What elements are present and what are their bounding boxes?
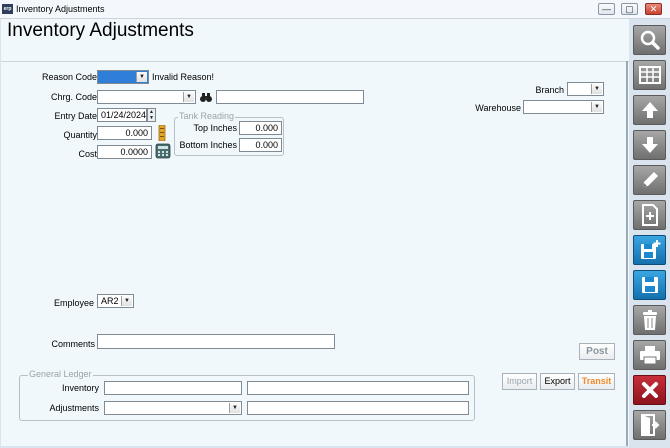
chevron-down-icon[interactable]: ▼ [591, 102, 602, 112]
inventory-account-field[interactable] [104, 381, 242, 395]
top-inches-label: Top Inches [193, 123, 237, 133]
comments-label: Comments [51, 339, 95, 349]
search-button[interactable] [633, 25, 666, 55]
page-title: Inventory Adjustments [7, 20, 194, 41]
window-titlebar: erp Inventory Adjustments — ▢ ✕ [0, 0, 670, 19]
chrg-code-description[interactable] [216, 90, 364, 104]
chevron-down-icon[interactable]: ▼ [229, 403, 240, 413]
new-button[interactable] [633, 200, 666, 230]
next-record-button[interactable] [633, 130, 666, 160]
general-ledger-group: General Ledger Inventory Adjustments ▼ [19, 369, 475, 421]
employee-value: AR2 [101, 296, 119, 306]
calculator-icon[interactable] [155, 143, 171, 159]
entry-date-label: Entry Date [54, 111, 97, 121]
quantity-label: Quantity [63, 130, 97, 140]
quantity-field[interactable]: 0.000 [97, 126, 152, 140]
delete-button[interactable] [633, 305, 666, 335]
save-new-button[interactable] [633, 235, 666, 265]
minimize-button[interactable]: — [598, 3, 615, 15]
app-logo-icon: erp [2, 4, 13, 14]
cost-field[interactable]: 0.0000 [97, 145, 152, 159]
warehouse-label: Warehouse [475, 103, 521, 113]
trash-icon [641, 309, 659, 331]
comments-field[interactable] [97, 334, 335, 349]
grid-icon [638, 66, 661, 84]
divider [1, 61, 629, 62]
top-inches-field[interactable]: 0.000 [239, 121, 282, 135]
chrg-code-label: Chrg. Code [50, 92, 97, 102]
spin-down-icon[interactable]: ▼ [148, 115, 155, 121]
cost-label: Cost [78, 149, 97, 159]
chevron-down-icon[interactable]: ▼ [136, 72, 147, 82]
side-toolbar [629, 19, 670, 448]
entry-date-field[interactable]: 01/24/2024 [97, 108, 147, 122]
grid-view-button[interactable] [633, 60, 666, 90]
edit-button[interactable] [633, 165, 666, 195]
form-panel: Inventory Adjustments Reason Code ▼ Inva… [1, 19, 629, 446]
reason-code-select[interactable]: ▼ [97, 70, 149, 84]
exit-icon [640, 414, 660, 436]
chevron-down-icon[interactable]: ▼ [121, 296, 132, 306]
new-document-icon [640, 204, 660, 226]
binoculars-icon[interactable] [199, 90, 213, 104]
tank-gauge-icon[interactable] [157, 124, 167, 142]
tank-reading-title: Tank Reading [178, 111, 236, 121]
tank-reading-group: Tank Reading Top Inches 0.000 Bottom Inc… [174, 111, 284, 156]
date-spinner[interactable]: ▲ ▼ [147, 108, 156, 122]
close-window-button[interactable]: ✕ [645, 3, 662, 15]
adjustments-description-field[interactable] [247, 401, 469, 415]
post-button[interactable]: Post [579, 343, 615, 360]
general-ledger-title: General Ledger [28, 369, 93, 379]
exit-button[interactable] [633, 410, 666, 440]
save-new-icon [639, 239, 661, 261]
arrow-up-icon [640, 100, 660, 120]
divider [626, 61, 628, 446]
employee-select[interactable]: AR2 ▼ [97, 294, 134, 308]
cancel-icon [641, 381, 659, 399]
inventory-label: Inventory [61, 383, 99, 393]
adjustments-account-select[interactable]: ▼ [104, 401, 242, 415]
chrg-code-select[interactable]: ▼ [97, 90, 196, 104]
print-button[interactable] [633, 340, 666, 370]
arrow-down-icon [640, 135, 660, 155]
transit-button[interactable]: Transit [578, 373, 615, 390]
employee-label: Employee [53, 298, 94, 308]
pencil-icon [640, 170, 660, 190]
bottom-inches-label: Bottom Inches [179, 140, 237, 150]
import-button[interactable]: Import [502, 373, 537, 390]
branch-label: Branch [535, 85, 564, 95]
chevron-down-icon[interactable]: ▼ [183, 92, 194, 102]
adjustments-label: Adjustments [49, 403, 99, 413]
bottom-inches-field[interactable]: 0.000 [239, 138, 282, 152]
search-icon [639, 29, 661, 51]
maximize-button[interactable]: ▢ [621, 3, 638, 15]
window-title: Inventory Adjustments [16, 4, 105, 14]
inventory-description-field[interactable] [247, 381, 469, 395]
cancel-button[interactable] [633, 375, 666, 405]
save-button[interactable] [633, 270, 666, 300]
warehouse-select[interactable]: ▼ [523, 100, 604, 114]
reason-code-label: Reason Code [41, 72, 97, 82]
save-icon [640, 275, 660, 295]
chevron-down-icon[interactable]: ▼ [591, 84, 602, 94]
previous-record-button[interactable] [633, 95, 666, 125]
reason-code-error: Invalid Reason! [152, 72, 215, 82]
branch-select[interactable]: ▼ [567, 82, 604, 96]
printer-icon [639, 345, 661, 365]
export-button[interactable]: Export [540, 373, 575, 390]
